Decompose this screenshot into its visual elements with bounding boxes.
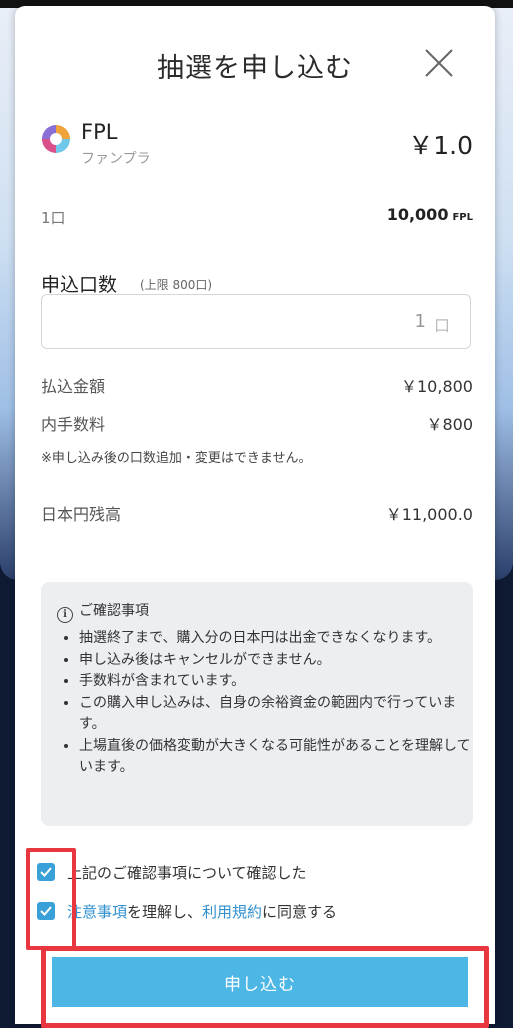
balance-label: 日本円残高: [41, 505, 122, 524]
unit-amount: 10,000: [386, 205, 449, 224]
agree-check-label: 注意事項を理解し、利用規約に同意する: [67, 901, 337, 922]
token-name: FPL: [81, 120, 118, 144]
confirmation-item: 申し込み後はキャンセルができません。: [79, 650, 475, 672]
agree-text-1: を理解し、: [127, 902, 203, 921]
apply-lottery-modal: 抽選を申し込む FPL ファンプラ ￥1.0 1口 10,000 FPL 申込口数…: [15, 6, 495, 1028]
unit-label: 1口: [41, 209, 66, 227]
quantity-value: 1: [414, 311, 426, 332]
checkbox-highlight-frame: [26, 848, 76, 950]
confirmation-heading-text: ご確認事項: [79, 603, 149, 619]
confirm-check-label: 上記のご確認事項について確認した: [67, 863, 307, 882]
quantity-input[interactable]: 1 口: [41, 294, 471, 349]
confirmation-item: この購入申し込みは、自身の余裕資金の範囲内で行っています。: [79, 693, 475, 736]
terms-link[interactable]: 利用規約: [202, 903, 262, 921]
confirmation-list: 抽選終了まで、購入分の日本円は出金できなくなります。 申し込み後はキャンセルがで…: [63, 628, 475, 779]
info-icon: i: [57, 607, 73, 623]
agree-text-2: に同意する: [262, 902, 338, 921]
confirmation-item: 手数料が含まれています。: [79, 671, 475, 693]
submit-button[interactable]: 申し込む: [52, 957, 468, 1007]
change-note: ※申し込み後の口数追加・変更はできません。: [41, 451, 312, 466]
confirmation-item: 抽選終了まで、購入分の日本円は出金できなくなります。: [79, 628, 475, 650]
fee-value: ￥800: [426, 415, 473, 434]
unit-value: 10,000 FPL: [387, 205, 473, 224]
quantity-section-title: 申込口数: [41, 274, 118, 296]
token-price: ￥1.0: [408, 131, 473, 160]
balance-value: ￥11,000.0: [385, 505, 473, 524]
unit-currency: FPL: [452, 212, 473, 223]
payment-label: 払込金額: [41, 377, 106, 396]
confirmation-heading: i ご確認事項: [57, 600, 149, 623]
close-icon: [425, 49, 453, 77]
quantity-limit: (上限 800口): [140, 278, 213, 292]
confirmation-item: 上場直後の価格変動が大きくなる可能性があることを理解しています。: [79, 736, 475, 779]
payment-value: ￥10,800: [401, 377, 473, 396]
confirmation-box: i ご確認事項 抽選終了まで、購入分の日本円は出金できなくなります。 申し込み後は…: [41, 582, 473, 826]
token-subname: ファンプラ: [81, 151, 151, 167]
fee-label: 内手数料: [41, 415, 106, 434]
token-logo-icon: [42, 125, 70, 153]
notes-link[interactable]: 注意事項: [67, 903, 127, 921]
confirm-check-row: 上記のご確認事項について確認した: [37, 860, 307, 884]
close-button[interactable]: [422, 46, 456, 80]
quantity-unit: 口: [433, 316, 450, 335]
agree-check-row: 注意事項を理解し、利用規約に同意する: [37, 899, 337, 923]
